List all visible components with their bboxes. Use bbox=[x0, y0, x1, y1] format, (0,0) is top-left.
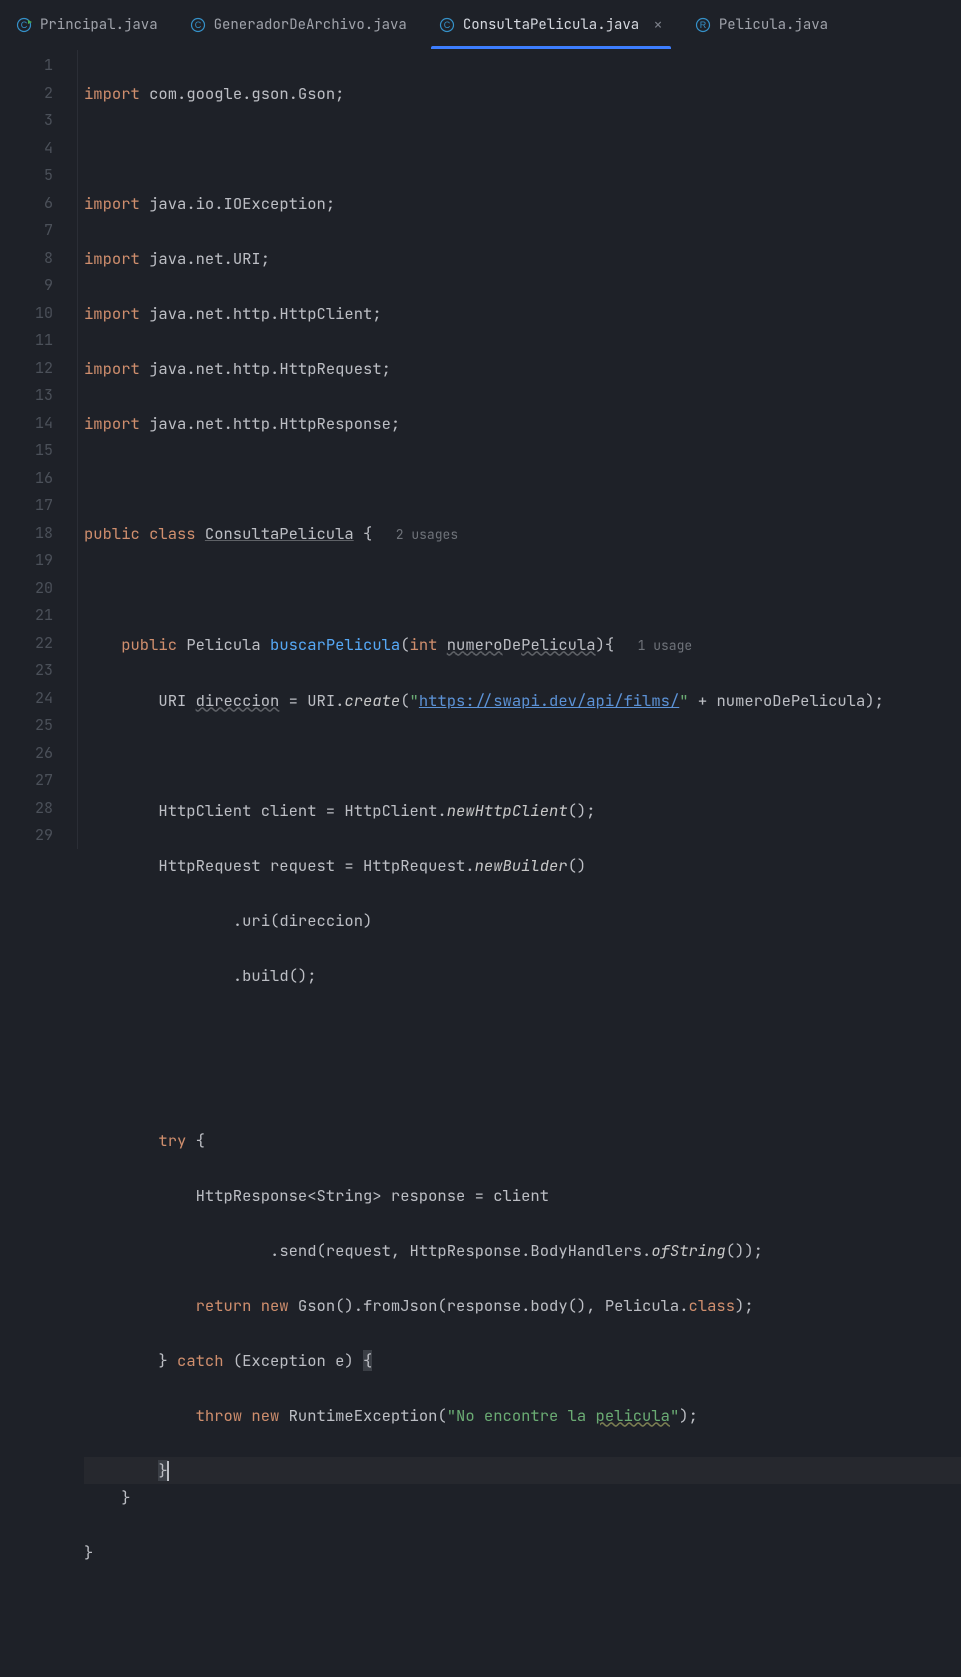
usage-hint: 2 usages bbox=[372, 526, 458, 543]
line-number: 1 bbox=[0, 52, 53, 80]
line-number: 8 bbox=[0, 245, 53, 273]
line-number: 25 bbox=[0, 712, 53, 740]
code-line: import java.net.http.HttpRequest; bbox=[84, 355, 961, 383]
code-line: throw new RuntimeException("No encontre … bbox=[84, 1402, 961, 1430]
tab-generador[interactable]: C GeneradorDeArchivo.java bbox=[174, 0, 423, 49]
code-line: } bbox=[84, 1484, 961, 1512]
code-line: .uri(direccion) bbox=[84, 907, 961, 935]
code-line: import java.net.URI; bbox=[84, 245, 961, 273]
line-number: 29 bbox=[0, 822, 53, 850]
line-number: 5 bbox=[0, 162, 53, 190]
tab-label: Principal.java bbox=[40, 16, 158, 34]
code-line: URI direccion = URI.create("https://swap… bbox=[84, 687, 961, 715]
code-line bbox=[84, 1072, 961, 1100]
line-number: 17 bbox=[0, 492, 53, 520]
tab-label: ConsultaPelicula.java bbox=[463, 16, 639, 34]
code-line: try { bbox=[84, 1127, 961, 1155]
line-number: 16 bbox=[0, 465, 53, 493]
line-number: 10 bbox=[0, 300, 53, 328]
editor-tabs: C Principal.java C GeneradorDeArchivo.ja… bbox=[0, 0, 961, 50]
line-number: 22 bbox=[0, 630, 53, 658]
line-number: 24 bbox=[0, 685, 53, 713]
code-line: public class ConsultaPelicula { 2 usages bbox=[84, 520, 961, 549]
code-line: } catch (Exception e) { bbox=[84, 1347, 961, 1375]
tab-label: GeneradorDeArchivo.java bbox=[214, 16, 407, 34]
code-line: HttpResponse<String> response = client bbox=[84, 1182, 961, 1210]
code-line: .send(request, HttpResponse.BodyHandlers… bbox=[84, 1237, 961, 1265]
line-number: 28 bbox=[0, 795, 53, 823]
line-number: 23 bbox=[0, 657, 53, 685]
tab-label: Pelicula.java bbox=[719, 16, 828, 34]
line-number: 6 bbox=[0, 190, 53, 218]
tab-pelicula[interactable]: R Pelicula.java bbox=[679, 0, 844, 49]
line-number: 14 bbox=[0, 410, 53, 438]
line-number: 2 bbox=[0, 80, 53, 108]
tab-consulta[interactable]: C ConsultaPelicula.java × bbox=[423, 0, 679, 49]
line-number: 13 bbox=[0, 382, 53, 410]
text-cursor bbox=[167, 1461, 169, 1481]
code-line: return new Gson().fromJson(response.body… bbox=[84, 1292, 961, 1320]
class-run-icon: C bbox=[16, 17, 32, 33]
code-line: import java.net.http.HttpResponse; bbox=[84, 410, 961, 438]
line-number: 9 bbox=[0, 272, 53, 300]
code-line: .build(); bbox=[84, 962, 961, 990]
line-number: 26 bbox=[0, 740, 53, 768]
close-icon[interactable]: × bbox=[653, 14, 663, 35]
code-line: public Pelicula buscarPelicula(int numer… bbox=[84, 631, 961, 660]
svg-text:C: C bbox=[444, 20, 451, 30]
code-line: HttpRequest request = HttpRequest.newBui… bbox=[84, 852, 961, 880]
code-line-current: } bbox=[84, 1457, 961, 1485]
code-line bbox=[84, 135, 961, 163]
line-number: 19 bbox=[0, 547, 53, 575]
code-line: } bbox=[84, 1539, 961, 1567]
record-icon: R bbox=[695, 17, 711, 33]
line-number: 3 bbox=[0, 107, 53, 135]
line-number: 11 bbox=[0, 327, 53, 355]
code-line: import java.net.http.HttpClient; bbox=[84, 300, 961, 328]
line-number: 15 bbox=[0, 437, 53, 465]
tab-principal[interactable]: C Principal.java bbox=[0, 0, 174, 49]
code-line bbox=[84, 742, 961, 770]
code-line bbox=[84, 576, 961, 604]
line-number: 27 bbox=[0, 767, 53, 795]
code-line: import com.google.gson.Gson; bbox=[84, 80, 961, 108]
code-editor[interactable]: 1 2 3 4 5 6 7 8 9 10 11 12 13 14 15 16 1… bbox=[0, 50, 961, 849]
line-number: 7 bbox=[0, 217, 53, 245]
line-number: 4 bbox=[0, 135, 53, 163]
line-number: 12 bbox=[0, 355, 53, 383]
line-number: 20 bbox=[0, 575, 53, 603]
svg-text:C: C bbox=[194, 20, 201, 30]
code-line: HttpClient client = HttpClient.newHttpCl… bbox=[84, 797, 961, 825]
svg-text:R: R bbox=[700, 20, 707, 30]
code-line bbox=[84, 1017, 961, 1045]
line-number: 21 bbox=[0, 602, 53, 630]
code-line bbox=[84, 1594, 961, 1622]
line-number-gutter: 1 2 3 4 5 6 7 8 9 10 11 12 13 14 15 16 1… bbox=[0, 50, 78, 849]
class-icon: C bbox=[439, 17, 455, 33]
line-number: 18 bbox=[0, 520, 53, 548]
svg-text:C: C bbox=[21, 20, 28, 30]
usage-hint: 1 usage bbox=[614, 637, 692, 654]
code-area[interactable]: import com.google.gson.Gson; import java… bbox=[78, 50, 961, 849]
code-line bbox=[84, 465, 961, 493]
class-icon: C bbox=[190, 17, 206, 33]
code-line: import java.io.IOException; bbox=[84, 190, 961, 218]
